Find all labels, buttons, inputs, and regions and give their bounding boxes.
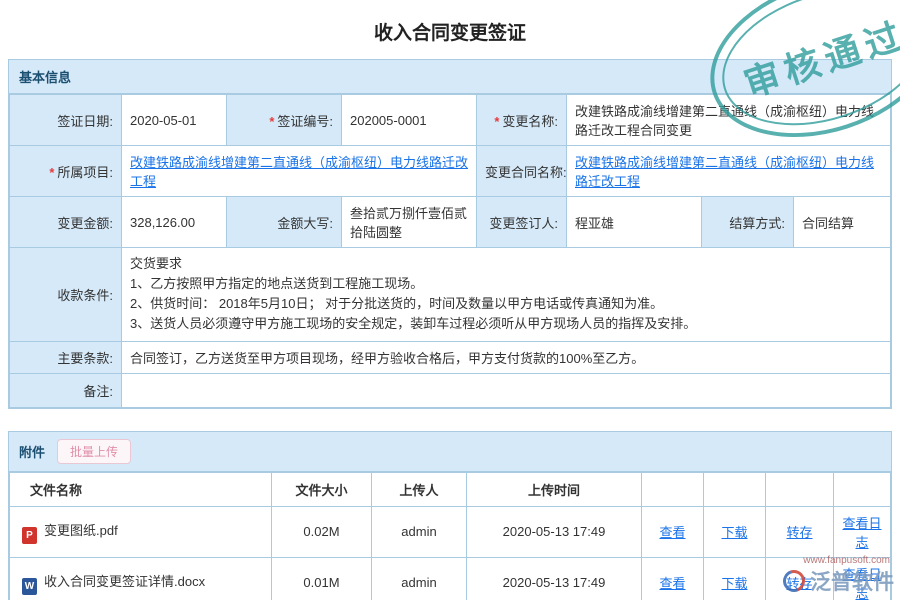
field-label-settlement: 结算方式: — [702, 197, 794, 248]
page: 收入合同变更签证 审核通过 基本信息 签证日期: 2020-05-01 *签证编… — [0, 0, 900, 600]
field-value-amount-words: 叁拾贰万捌仟壹佰贰拾陆圆整 — [342, 197, 477, 248]
payment-terms-line: 交货要求 — [130, 254, 882, 274]
field-label-sign-date: 签证日期: — [10, 95, 122, 146]
col-header-action-save — [766, 472, 834, 506]
basic-info-section-title: 基本信息 — [19, 67, 71, 86]
basic-info-section-header: 基本信息 — [9, 60, 891, 94]
file-name-cell: P 变更图纸.pdf — [10, 506, 272, 557]
field-label-payment-terms: 收款条件: — [10, 248, 122, 342]
save-as-link[interactable]: 转存 — [786, 576, 812, 591]
word-file-icon: W — [22, 578, 37, 595]
required-mark: * — [269, 114, 274, 129]
file-name: 变更图纸.pdf — [44, 523, 118, 538]
field-value-sign-no: 202005-0001 — [342, 95, 477, 146]
file-name-cell: W 收入合同变更签证详情.docx — [10, 557, 272, 600]
col-header-file-size: 文件大小 — [272, 472, 372, 506]
attachments-header-row: 文件名称 文件大小 上传人 上传时间 — [10, 472, 891, 506]
field-label-remark: 备注: — [10, 373, 122, 407]
file-name: 收入合同变更签证详情.docx — [44, 574, 205, 589]
field-label-change-contract: 变更合同名称: — [477, 146, 567, 197]
field-label-amount: 变更金额: — [10, 197, 122, 248]
field-label-project: *所属项目: — [10, 146, 122, 197]
col-header-file-name: 文件名称 — [10, 472, 272, 506]
file-upload-time: 2020-05-13 17:49 — [467, 506, 642, 557]
col-header-action-log — [834, 472, 891, 506]
payment-terms-line: 1、乙方按照甲方指定的地点送货到工程施工现场。 — [130, 274, 882, 294]
download-link[interactable]: 下载 — [721, 576, 747, 591]
field-value-settlement: 合同结算 — [794, 197, 891, 248]
attachments-section-title: 附件 — [19, 442, 45, 461]
field-value-payment-terms: 交货要求 1、乙方按照甲方指定的地点送货到工程施工现场。 2、供货时间： 201… — [122, 248, 891, 342]
file-upload-time: 2020-05-13 17:49 — [467, 557, 642, 600]
file-size: 0.02M — [272, 506, 372, 557]
payment-terms-line: 2、供货时间： 2018年5月10日； 对于分批送货的，时间及数量以甲方电话或传… — [130, 294, 882, 314]
save-as-link[interactable]: 转存 — [786, 525, 812, 540]
project-link[interactable]: 改建铁路成渝线增建第二直通线（成渝枢纽）电力线路迁改工程 — [130, 155, 468, 189]
page-title: 收入合同变更签证 — [0, 0, 900, 59]
field-value-signer: 程亚雄 — [567, 197, 702, 248]
view-log-link[interactable]: 查看日志 — [842, 567, 881, 600]
field-label-signer: 变更签订人: — [477, 197, 567, 248]
field-label-change-name: *变更名称: — [477, 95, 567, 146]
payment-terms-line: 3、送货人员必须遵守甲方施工现场的安全规定，装卸车过程必须听从甲方现场人员的指挥… — [130, 314, 882, 334]
field-label-main-terms: 主要条款: — [10, 341, 122, 373]
field-value-change-name: 改建铁路成渝线增建第二直通线（成渝枢纽）电力线路迁改工程合同变更 — [567, 95, 891, 146]
field-value-change-contract: 改建铁路成渝线增建第二直通线（成渝枢纽）电力线路迁改工程 — [567, 146, 891, 197]
batch-upload-button[interactable]: 批量上传 — [57, 439, 131, 464]
basic-info-panel: 基本信息 签证日期: 2020-05-01 *签证编号: 202005-0001… — [8, 59, 892, 409]
file-uploader: admin — [372, 506, 467, 557]
view-log-link[interactable]: 查看日志 — [842, 516, 881, 550]
view-link[interactable]: 查看 — [659, 525, 685, 540]
table-row: W 收入合同变更签证详情.docx 0.01M admin 2020-05-13 … — [10, 557, 891, 600]
attachments-table: 文件名称 文件大小 上传人 上传时间 P 变更图纸.pdf 0.02M admin… — [9, 472, 891, 600]
field-label-sign-no: *签证编号: — [227, 95, 342, 146]
attachments-section-header: 附件 批量上传 — [9, 432, 891, 472]
attachments-panel: 附件 批量上传 文件名称 文件大小 上传人 上传时间 P 变更图纸.pdf — [8, 431, 892, 600]
col-header-action-view — [642, 472, 704, 506]
field-value-sign-date: 2020-05-01 — [122, 95, 227, 146]
required-mark: * — [49, 165, 54, 180]
field-value-main-terms: 合同签订，乙方送货至甲方项目现场，经甲方验收合格后，甲方支付货款的100%至乙方… — [122, 341, 891, 373]
field-value-remark — [122, 373, 891, 407]
file-uploader: admin — [372, 557, 467, 600]
file-size: 0.01M — [272, 557, 372, 600]
basic-info-table: 签证日期: 2020-05-01 *签证编号: 202005-0001 *变更名… — [9, 94, 891, 408]
pdf-file-icon: P — [22, 527, 37, 544]
col-header-action-download — [704, 472, 766, 506]
col-header-upload-time: 上传时间 — [467, 472, 642, 506]
download-link[interactable]: 下载 — [721, 525, 747, 540]
required-mark: * — [494, 114, 499, 129]
field-label-amount-words: 金额大写: — [227, 197, 342, 248]
table-row: P 变更图纸.pdf 0.02M admin 2020-05-13 17:49 查… — [10, 506, 891, 557]
view-link[interactable]: 查看 — [659, 576, 685, 591]
field-value-amount: 328,126.00 — [122, 197, 227, 248]
field-value-project: 改建铁路成渝线增建第二直通线（成渝枢纽）电力线路迁改工程 — [122, 146, 477, 197]
col-header-uploader: 上传人 — [372, 472, 467, 506]
change-contract-link[interactable]: 改建铁路成渝线增建第二直通线（成渝枢纽）电力线路迁改工程 — [575, 155, 874, 189]
